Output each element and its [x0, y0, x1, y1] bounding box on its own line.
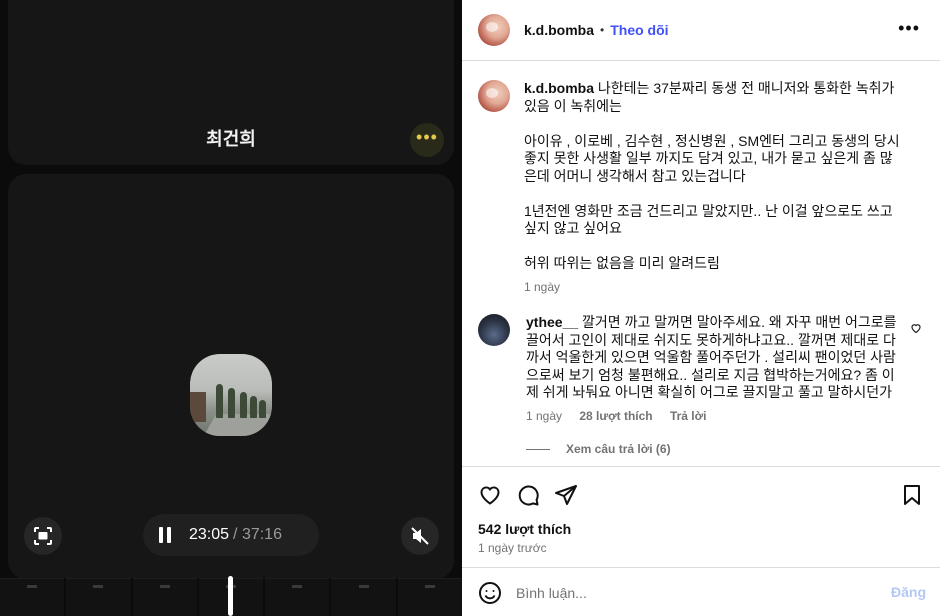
- timeline-scrubber-handle[interactable]: [228, 576, 233, 616]
- media-panel: 최건희 ••• 23:05 / 37:16: [0, 0, 462, 616]
- heart-icon[interactable]: [478, 483, 502, 507]
- picture-in-picture-icon: [34, 527, 52, 545]
- view-replies-button[interactable]: Xem câu trả lời (6): [526, 442, 671, 456]
- tree-shape: [228, 388, 235, 418]
- author-avatar[interactable]: [478, 14, 510, 46]
- action-icons: [478, 483, 578, 507]
- emoji-icon[interactable]: [478, 581, 502, 605]
- comment-composer: Đăng: [462, 567, 940, 616]
- replies-divider: [526, 448, 550, 450]
- caption-username[interactable]: k.d.bomba: [524, 80, 594, 96]
- tree-shape: [216, 384, 223, 418]
- bookmark-icon[interactable]: [900, 483, 924, 507]
- post-header: k.d.bomba • Theo dõi •••: [462, 0, 940, 61]
- comment-input[interactable]: [516, 584, 876, 601]
- commenter-username[interactable]: ythee__: [526, 314, 578, 330]
- posted-ago: 1 ngày trước: [478, 541, 547, 555]
- post-caption: k.d.bomba 나한테는 37분짜리 동생 전 매니저와 통화한 녹취가 있…: [478, 80, 918, 296]
- comment-text: 깔거면 까고 말꺼면 말아주세요. 왜 자꾸 매번 어그로를 끌어서 고인이 제…: [526, 314, 897, 400]
- total-time: / 37:16: [233, 526, 282, 543]
- follow-button[interactable]: Theo dõi: [610, 22, 668, 38]
- video-thumbnail: [190, 354, 272, 436]
- app-root: 최건희 ••• 23:05 / 37:16 k.d.bomba • Theo d…: [0, 0, 940, 616]
- caption-paragraph-3: 1년전엔 영화만 조금 건드리고 말았지만.. 난 이걸 앞으로도 쓰고 싶지 …: [524, 202, 893, 237]
- timeline-frame: [132, 578, 197, 616]
- comment-time: 1 ngày: [526, 408, 563, 423]
- likes-count[interactable]: 542 lượt thích: [478, 521, 571, 537]
- timeline-frame: [66, 578, 131, 616]
- post-panel: k.d.bomba • Theo dõi ••• k.d.bomba 나한테는 …: [462, 0, 940, 616]
- caption-body: k.d.bomba 나한테는 37분짜리 동생 전 매니저와 통화한 녹취가 있…: [524, 80, 904, 296]
- reel-title: 최건희: [206, 129, 256, 149]
- post-options-icon[interactable]: •••: [898, 18, 920, 39]
- timeline-frame: [265, 578, 330, 616]
- previous-reel-card[interactable]: 최건희 •••: [8, 0, 454, 165]
- more-options-button[interactable]: •••: [410, 123, 444, 157]
- header-separator: •: [600, 23, 605, 37]
- timeline-frame: [0, 578, 65, 616]
- speaker-muted-icon: [411, 527, 429, 545]
- post-actions: 542 lượt thích 1 ngày trước Đăng: [462, 466, 940, 616]
- picture-in-picture-button[interactable]: [24, 517, 62, 555]
- author-username[interactable]: k.d.bomba: [524, 22, 594, 38]
- caption-author-avatar[interactable]: [478, 80, 510, 112]
- share-icon[interactable]: [554, 483, 578, 507]
- playback-controls: 23:05 / 37:16: [143, 514, 319, 556]
- view-replies-label: Xem câu trả lời (6): [566, 442, 671, 456]
- comment-meta: 1 ngày 28 lượt thích Trả lời: [526, 408, 898, 426]
- tree-shape: [250, 396, 257, 418]
- commenter-avatar[interactable]: [478, 314, 510, 346]
- comment-icon[interactable]: [516, 483, 540, 507]
- post-comment-button[interactable]: Đăng: [891, 584, 926, 600]
- comment-item: ythee__ 깔거면 까고 말꺼면 말아주세요. 왜 자꾸 매번 어그로를 끌…: [478, 314, 928, 425]
- caption-time: 1 ngày: [524, 279, 561, 294]
- comment-reply-button[interactable]: Trả lời: [670, 409, 707, 423]
- building-shape: [190, 392, 206, 422]
- mute-button[interactable]: [401, 517, 439, 555]
- caption-paragraph-4: 허위 따위는 없음을 미리 알려드림: [524, 255, 720, 271]
- ellipsis-icon: •••: [416, 127, 438, 147]
- caption-paragraph-2: 아이유 , 이로베 , 김수현 , 정신병원 , SM엔터 그리고 동생의 당시…: [524, 132, 900, 184]
- comment-like-heart-icon[interactable]: [910, 322, 922, 334]
- tree-shape: [259, 400, 266, 418]
- pause-icon[interactable]: [159, 527, 171, 543]
- tree-shape: [240, 392, 247, 418]
- current-time: 23:05: [189, 526, 230, 543]
- timeline-frame: [331, 578, 396, 616]
- timeline-frame: [397, 578, 462, 616]
- comment-likes[interactable]: 28 lượt thích: [579, 409, 652, 423]
- comment-body: ythee__ 깔거면 까고 말꺼면 말아주세요. 왜 자꾸 매번 어그로를 끌…: [526, 314, 898, 425]
